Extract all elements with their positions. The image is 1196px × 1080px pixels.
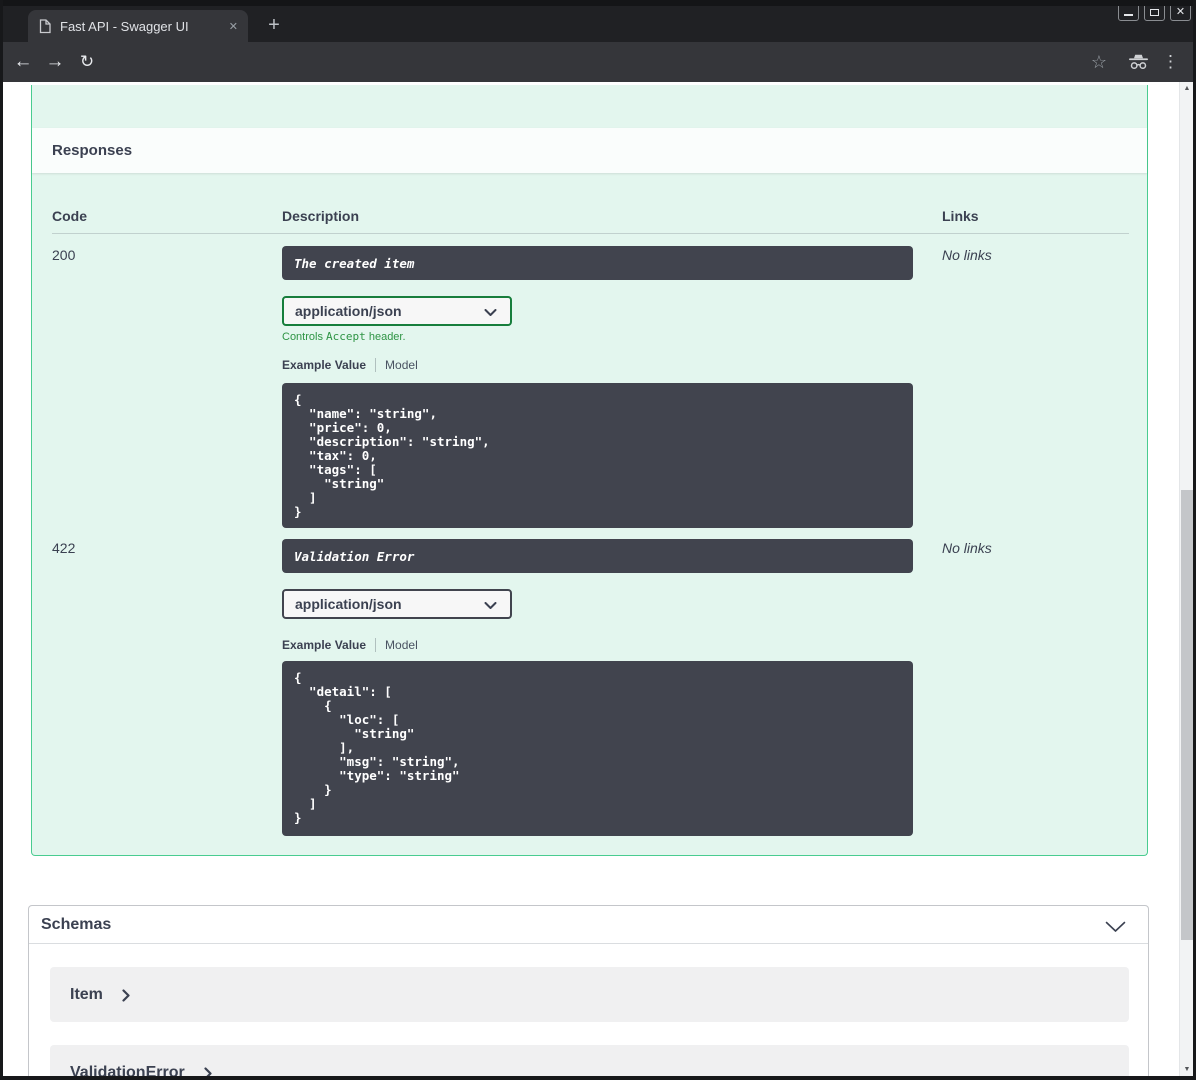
page-document-icon	[39, 18, 51, 34]
browser-toolbar: ← → ↻ 127.0.0.1:8000/docs ☆ ⋮	[0, 42, 1196, 117]
scrollbar-thumb[interactable]	[1181, 490, 1193, 940]
example-code-block-200: { "name": "string", "price": 0, "descrip…	[282, 383, 913, 528]
new-tab-button[interactable]: +	[262, 14, 286, 38]
page-content: Responses Code Description Links 200 The…	[3, 82, 1179, 1076]
window-top-border	[0, 0, 1196, 6]
tab-divider	[375, 637, 377, 652]
responses-header: Responses	[32, 128, 1147, 173]
browser-window: Fast API - Swagger UI ✕ + ✕ ← → ↻ ☆ ⋮ Re…	[0, 0, 1196, 1080]
links-cell-422: No links	[942, 540, 992, 556]
tab-close-icon[interactable]: ✕	[229, 20, 238, 33]
minimize-icon	[1124, 14, 1133, 16]
window-bottom-border	[0, 1076, 1196, 1080]
tab-title: Fast API - Swagger UI	[60, 18, 189, 34]
tab-model[interactable]: Model	[385, 638, 418, 652]
chevron-down-icon	[484, 309, 497, 316]
page-scrollbar[interactable]: ▲ ▼	[1179, 82, 1193, 1076]
incognito-icon	[1128, 54, 1149, 75]
chevron-right-icon	[122, 989, 130, 1002]
response-description-422: Validation Error	[282, 539, 913, 573]
model-validationerror[interactable]: ValidationError	[50, 1045, 1129, 1076]
chevron-down-icon[interactable]	[1105, 920, 1126, 938]
close-icon: ✕	[1175, 5, 1186, 18]
chevron-right-icon	[204, 1067, 212, 1076]
response-description-200: The created item	[282, 246, 913, 280]
scroll-up-icon[interactable]: ▲	[1180, 85, 1194, 92]
accept-header-note: Controls Accept header.	[282, 330, 406, 343]
example-model-tabs-422: Example Value Model	[282, 637, 418, 652]
bookmark-star-icon[interactable]: ☆	[1088, 51, 1110, 73]
browser-menu-icon[interactable]: ⋮	[1162, 51, 1179, 73]
responses-title: Responses	[52, 142, 133, 159]
model-item[interactable]: Item	[50, 967, 1129, 1022]
column-header-description: Description	[282, 208, 360, 224]
response-code-200: 200	[52, 247, 76, 263]
reload-button[interactable]: ↻	[75, 50, 99, 74]
example-code-block-422: { "detail": [ { "loc": [ "string" ], "ms…	[282, 661, 913, 836]
schemas-title: Schemas	[41, 915, 112, 933]
chevron-down-icon	[484, 602, 497, 609]
scroll-down-icon[interactable]: ▼	[1180, 1066, 1194, 1073]
tab-example-value[interactable]: Example Value	[282, 358, 366, 372]
schemas-section: Schemas Item ValidationError	[28, 905, 1149, 1076]
browser-tab[interactable]: Fast API - Swagger UI ✕	[28, 10, 248, 42]
column-header-code: Code	[52, 208, 87, 224]
maximize-icon	[1150, 8, 1159, 16]
titlebar: Fast API - Swagger UI ✕ + ✕	[0, 0, 1196, 42]
back-button[interactable]: ←	[11, 50, 35, 74]
links-cell-200: No links	[942, 247, 992, 263]
window-left-border	[0, 0, 3, 1080]
response-code-422: 422	[52, 540, 76, 556]
tab-model[interactable]: Model	[385, 358, 418, 372]
column-header-links: Links	[942, 208, 979, 224]
example-model-tabs-200: Example Value Model	[282, 357, 418, 372]
responses-section: Responses Code Description Links 200 The…	[31, 85, 1148, 856]
media-type-select-422[interactable]: application/json	[282, 589, 512, 619]
table-header-divider	[52, 233, 1129, 234]
tab-divider	[375, 357, 377, 372]
schemas-header[interactable]: Schemas	[29, 906, 1148, 944]
tab-example-value[interactable]: Example Value	[282, 638, 366, 652]
forward-button[interactable]: →	[43, 50, 67, 74]
media-type-select-200[interactable]: application/json	[282, 296, 512, 326]
